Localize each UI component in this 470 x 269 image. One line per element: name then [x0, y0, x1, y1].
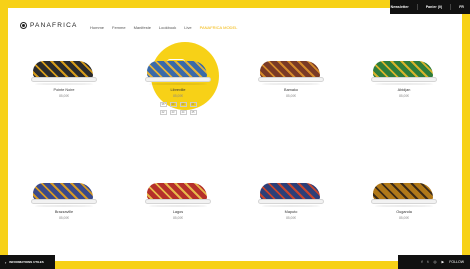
product-image[interactable]	[371, 58, 437, 85]
product-image[interactable]	[31, 180, 97, 207]
facebook-icon[interactable]: f	[421, 260, 422, 264]
product-name[interactable]: Ouganda	[364, 210, 444, 214]
nav-item-manifeste[interactable]: Manifeste	[134, 25, 151, 30]
product-card[interactable]: Abidjan 85,00€	[364, 58, 444, 98]
product-name[interactable]: Abidjan	[364, 88, 444, 92]
product-card[interactable]: Pointe Noire 85,00€	[24, 58, 104, 98]
product-image[interactable]	[31, 58, 97, 85]
product-card[interactable]: Bamako 85,00€	[251, 58, 331, 98]
shoe-shadow	[375, 83, 433, 85]
product-image[interactable]	[258, 180, 324, 207]
product-name[interactable]: Maputo	[251, 210, 331, 214]
product-card[interactable]: Ouganda 85,00€	[364, 180, 444, 220]
twitter-icon[interactable]: t	[427, 260, 428, 264]
product-price: 85,00€	[173, 94, 183, 98]
shoe-sole	[258, 199, 324, 204]
shoe-lace	[53, 181, 71, 187]
chevron-right-icon: ›	[5, 259, 7, 265]
shoe-lace	[280, 59, 298, 65]
newsletter-link[interactable]: Newsletter	[391, 5, 409, 9]
size-option[interactable]: 38	[159, 102, 167, 107]
shoe-shadow	[149, 83, 207, 85]
shoe-lace	[53, 59, 71, 65]
product-name[interactable]: Bamako	[251, 88, 331, 92]
top-utility-bar: Newsletter Panier (0) FR	[390, 0, 470, 14]
shoe-lace	[167, 181, 185, 187]
product-price: 85,00€	[286, 216, 296, 220]
page-frame: PANAFRICA Homme Femme Manifeste Lookbook…	[8, 8, 462, 261]
product-image[interactable]	[371, 180, 437, 207]
shoe-shadow	[262, 83, 320, 85]
shoe-lace	[393, 59, 411, 65]
info-bar[interactable]: › INFORMATIONS UTILES	[0, 255, 55, 269]
shoe-lace	[393, 181, 411, 187]
main-nav: Homme Femme Manifeste Lookbook Live PANA…	[90, 25, 237, 30]
shoe-lace	[167, 59, 185, 65]
size-option[interactable]: 40	[179, 102, 187, 107]
product-price: 85,00€	[399, 94, 409, 98]
shoe-shadow	[35, 205, 93, 207]
size-option[interactable]: 45	[189, 110, 197, 115]
shoe-shadow	[35, 83, 93, 85]
shoe-shadow	[262, 205, 320, 207]
shoe-sole	[145, 77, 211, 82]
follow-label: FOLLOW	[449, 260, 464, 264]
product-image[interactable]	[258, 58, 324, 85]
size-option[interactable]: 44	[179, 110, 187, 115]
shoe-sole	[258, 77, 324, 82]
product-price: 85,00€	[173, 216, 183, 220]
product-price: 85,00€	[286, 94, 296, 98]
divider	[450, 4, 452, 10]
instagram-icon[interactable]: ◎	[433, 260, 436, 264]
size-option[interactable]: 41	[189, 102, 197, 107]
cart-link[interactable]: Panier (0)	[426, 5, 442, 9]
product-price: 85,00€	[59, 94, 69, 98]
shoe-sole	[371, 199, 437, 204]
product-card[interactable]: Brazzaville 85,00€	[24, 180, 104, 220]
product-price: 85,00€	[59, 216, 69, 220]
shoe-lace	[280, 181, 298, 187]
language-switch[interactable]: FR	[459, 5, 464, 9]
product-name[interactable]: Brazzaville	[24, 210, 104, 214]
shoe-shadow	[375, 205, 433, 207]
size-selector: 38 39 40 41 42 43 44 45	[138, 102, 218, 115]
shoe-sole	[371, 77, 437, 82]
product-name[interactable]: Pointe Noire	[24, 88, 104, 92]
product-card[interactable]: Libreville 85,00€ 38 39 40 41 42 43 44 45	[138, 58, 218, 115]
shoe-sole	[31, 199, 97, 204]
product-name[interactable]: Libreville	[138, 88, 218, 92]
shoe-shadow	[149, 205, 207, 207]
info-bar-label: INFORMATIONS UTILES	[9, 260, 44, 264]
youtube-icon[interactable]: ▶	[442, 260, 445, 264]
size-option[interactable]: 42	[159, 110, 167, 115]
nav-item-femme[interactable]: Femme	[112, 25, 126, 30]
product-image[interactable]	[145, 180, 211, 207]
size-option[interactable]: 39	[169, 102, 177, 107]
brand-name: PANAFRICA	[30, 22, 78, 29]
shoe-sole	[145, 199, 211, 204]
nav-item-lookbook[interactable]: Lookbook	[159, 25, 176, 30]
shoe-sole	[31, 77, 97, 82]
social-bar: f t ◎ ▶ FOLLOW	[398, 255, 470, 269]
logo-mark-icon	[20, 22, 27, 29]
nav-item-live[interactable]: Live	[184, 25, 191, 30]
nav-item-homme[interactable]: Homme	[90, 25, 104, 30]
divider	[416, 4, 418, 10]
product-image[interactable]	[145, 58, 211, 85]
product-price: 85,00€	[399, 216, 409, 220]
product-name[interactable]: Lagos	[138, 210, 218, 214]
brand-logo[interactable]: PANAFRICA	[20, 22, 78, 29]
nav-item-panafrica-model[interactable]: PANAFRICA MODEL	[200, 25, 238, 30]
product-card[interactable]: Maputo 85,00€	[251, 180, 331, 220]
size-option[interactable]: 43	[169, 110, 177, 115]
product-card[interactable]: Lagos 85,00€	[138, 180, 218, 220]
